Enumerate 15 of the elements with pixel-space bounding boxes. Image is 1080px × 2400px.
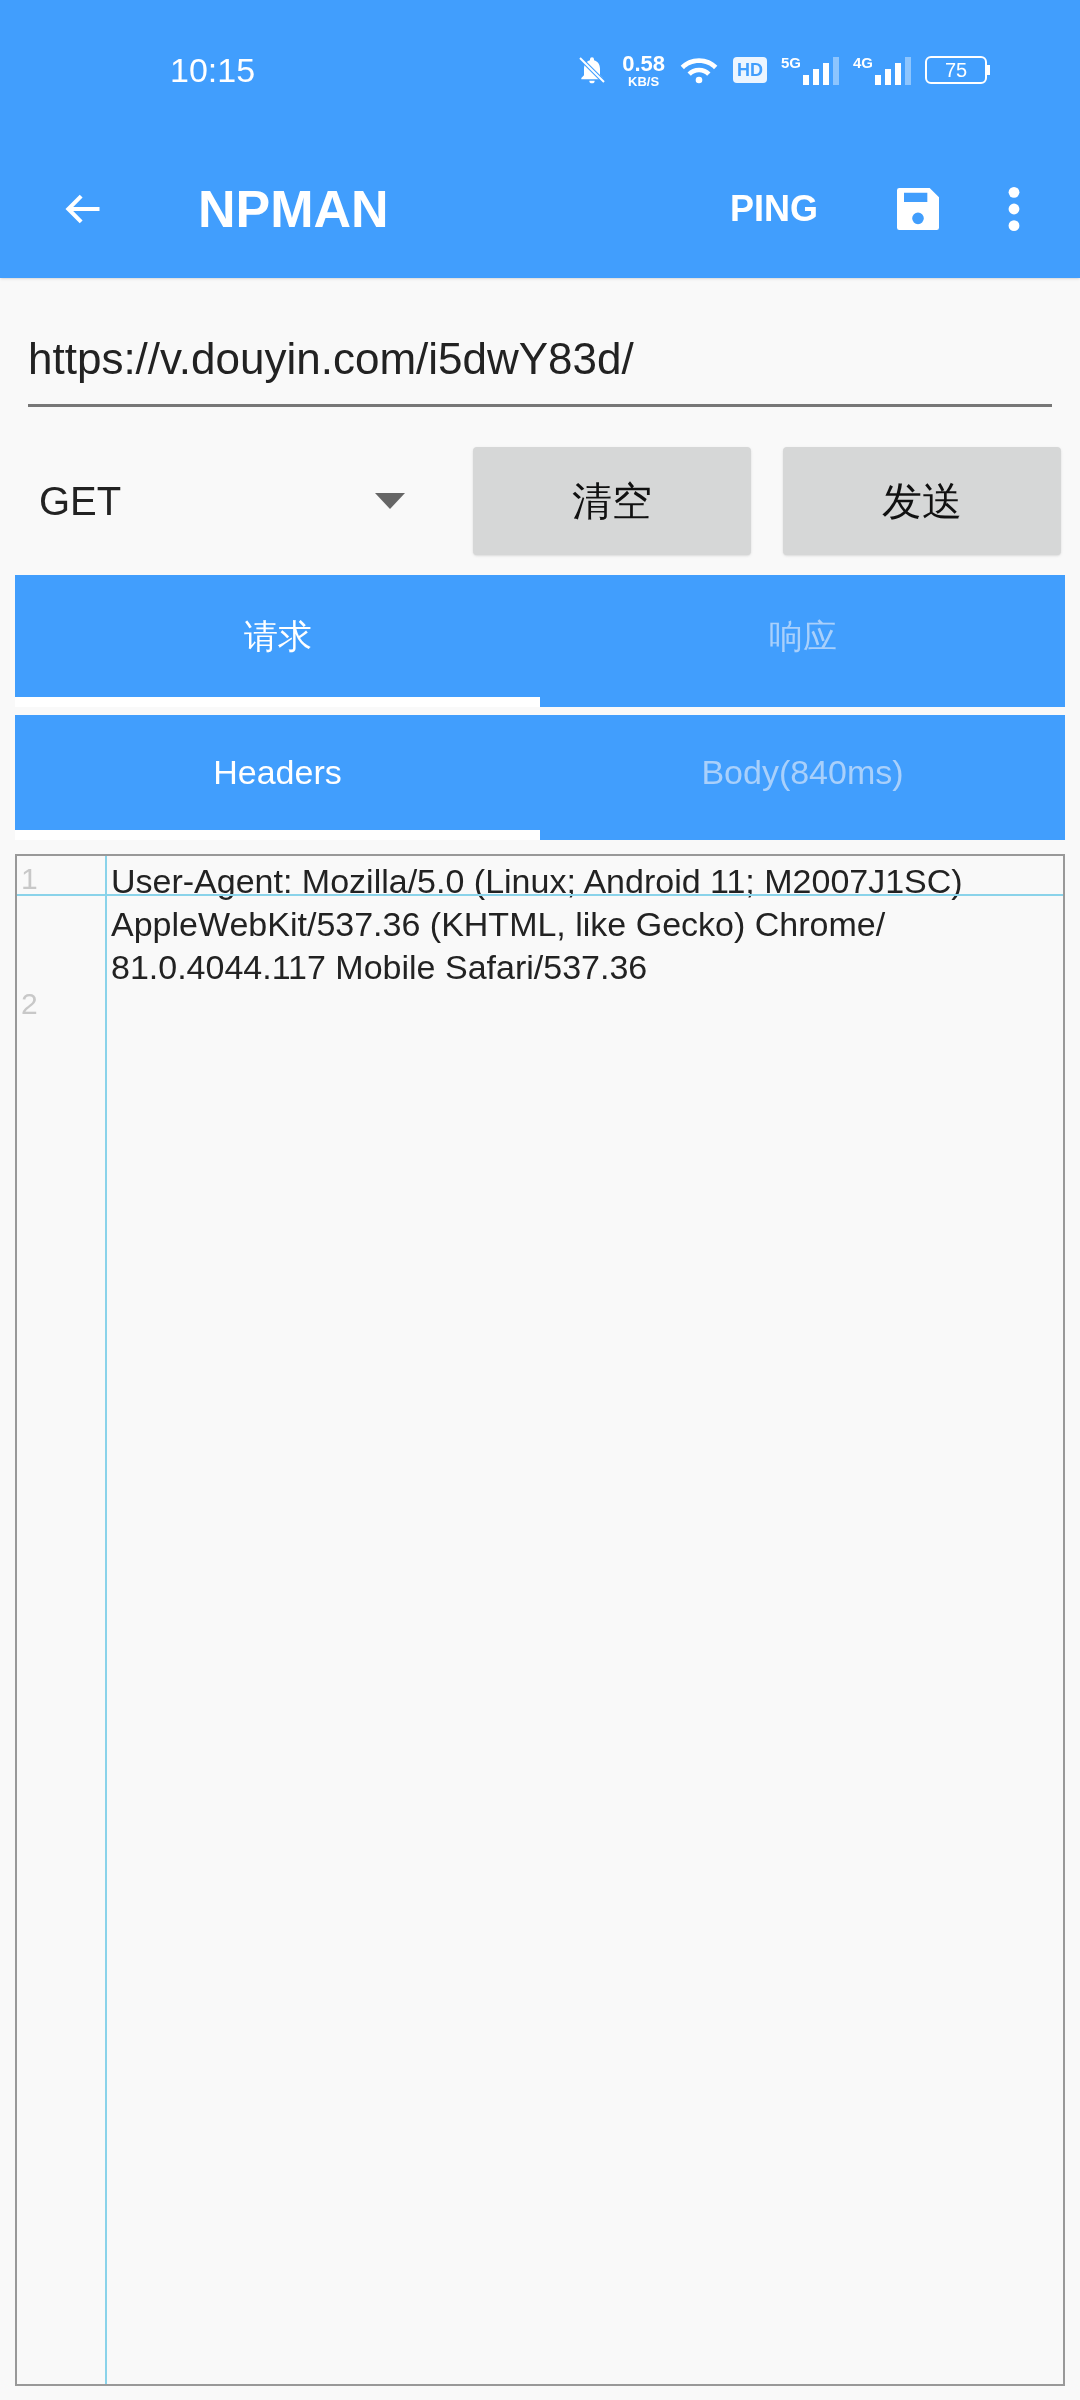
dropdown-caret-icon: [375, 493, 405, 509]
action-button[interactable]: 清空: [473, 447, 751, 555]
more-menu-icon[interactable]: [1006, 184, 1022, 234]
network-type: 4G: [853, 55, 873, 70]
battery-level: 75: [944, 60, 968, 80]
hd-badge: HD: [732, 57, 767, 83]
network-type: 5G: [780, 55, 801, 70]
method-dropdown[interactable]: GET: [15, 447, 445, 555]
action-button[interactable]: 发送: [783, 447, 1061, 555]
net-speed: 0.58: [622, 52, 665, 75]
net-unit: KB/S: [628, 74, 660, 88]
clock: 10:15: [170, 49, 256, 91]
app-title: NPMAN: [198, 179, 389, 240]
url-field[interactable]: https://v.douyin.com/i5dwY83d/: [28, 326, 1052, 407]
code-line: User-Agent: Mozilla/5.0 (Linux; Android 11; M2007J1SC) AppleWebKit/537.36 (KHTML, like Gecko) Chrome/ 81.0.4044.117 Mobile Safari/537.36: [111, 861, 964, 988]
